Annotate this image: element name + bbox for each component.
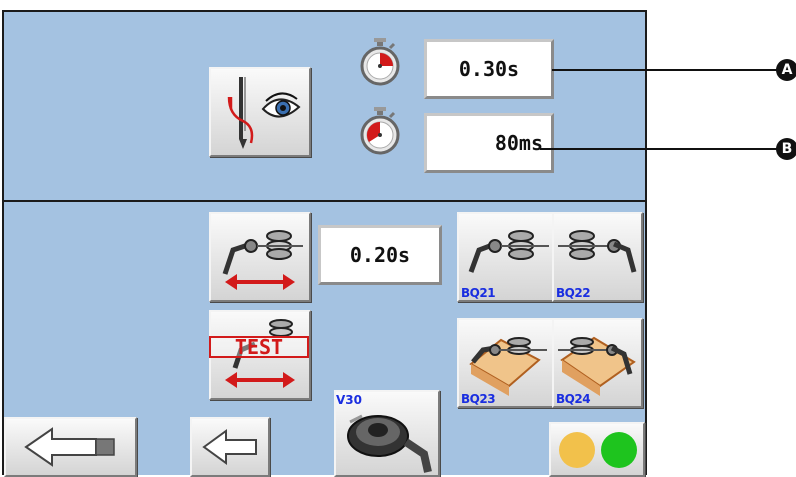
thread-tension-icon bbox=[222, 230, 303, 290]
stopwatch-icon bbox=[360, 38, 400, 86]
arrow-left-icon bbox=[24, 427, 115, 467]
thread-tension-button[interactable] bbox=[209, 212, 311, 302]
bobbin-v30-button[interactable]: V30 bbox=[334, 390, 440, 477]
needle-eye-icon bbox=[227, 77, 301, 149]
test-label: TEST bbox=[209, 336, 309, 358]
settings-panel: 0.30s 80ms 0.20s BQ21 BQ22 TEST BQ23 BQ2… bbox=[2, 10, 647, 477]
status-indicator-button[interactable] bbox=[549, 422, 645, 477]
bq21-label: BQ21 bbox=[461, 286, 496, 300]
bq21-button[interactable]: BQ21 bbox=[457, 212, 554, 302]
callout-a: A bbox=[776, 59, 796, 81]
timer-a-field[interactable]: 0.30s bbox=[424, 39, 554, 99]
callout-b-line bbox=[540, 148, 780, 150]
exit-button[interactable] bbox=[4, 417, 137, 477]
v30-label: V30 bbox=[336, 393, 362, 407]
stopwatch-icon bbox=[360, 107, 400, 155]
thread-timer-field[interactable]: 0.20s bbox=[318, 225, 442, 285]
bq24-label: BQ24 bbox=[556, 392, 591, 406]
bq22-button[interactable]: BQ22 bbox=[552, 212, 643, 302]
back-button[interactable] bbox=[190, 417, 270, 477]
yellow-status-light bbox=[559, 432, 595, 468]
bq23-label: BQ23 bbox=[461, 392, 496, 406]
timer-b-field[interactable]: 80ms bbox=[424, 113, 554, 173]
bq23-button[interactable]: BQ23 bbox=[457, 318, 554, 408]
callout-b: B bbox=[776, 138, 796, 160]
tension-test-button[interactable]: TEST bbox=[209, 310, 311, 400]
callout-a-line bbox=[552, 69, 780, 71]
needle-monitor-button[interactable] bbox=[209, 67, 311, 157]
arrow-left-icon bbox=[202, 429, 257, 465]
section-divider bbox=[4, 200, 645, 202]
green-status-light bbox=[601, 432, 637, 468]
bq22-label: BQ22 bbox=[556, 286, 591, 300]
bq24-button[interactable]: BQ24 bbox=[552, 318, 643, 408]
